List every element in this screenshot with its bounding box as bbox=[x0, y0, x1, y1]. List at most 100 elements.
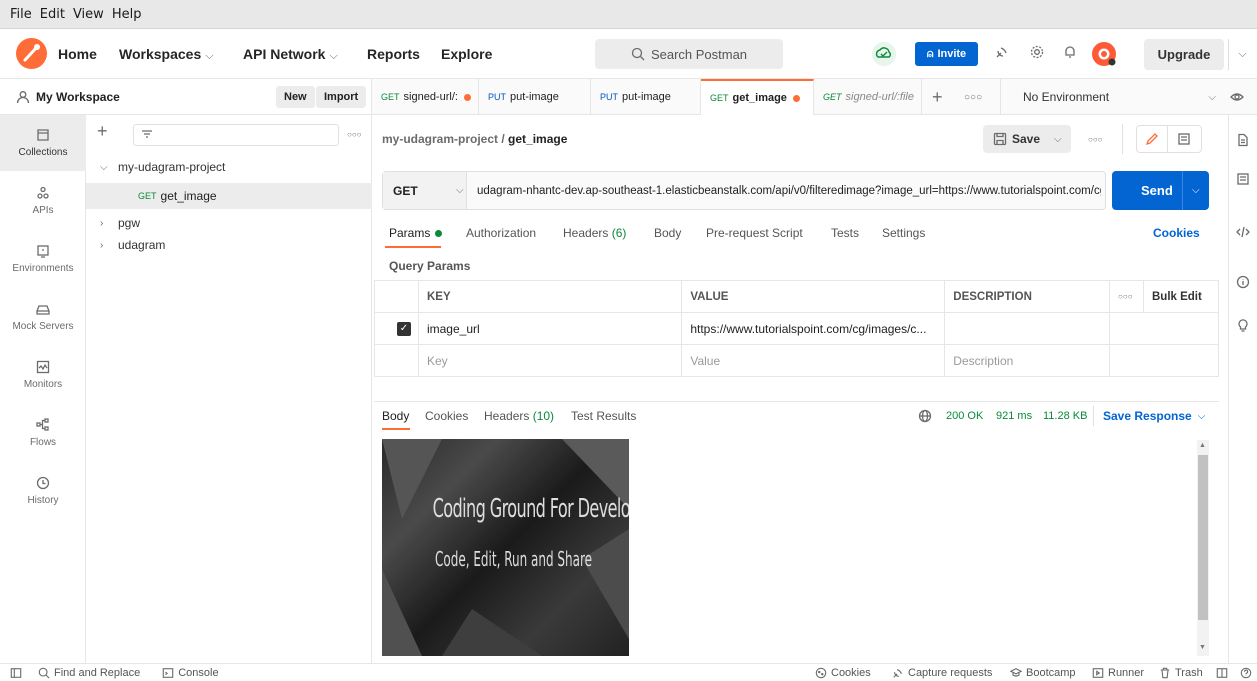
runner-button[interactable]: Runner bbox=[1092, 667, 1144, 679]
param-value-input[interactable]: https://www.tutorialspoint.com/cg/images… bbox=[681, 312, 946, 345]
cookies-button[interactable]: Cookies bbox=[815, 667, 871, 679]
url-input[interactable]: udagram-nhantc-dev.ap-southeast-1.elasti… bbox=[467, 185, 1101, 197]
response-time[interactable]: 921 ms bbox=[996, 410, 1032, 422]
new-button[interactable]: New bbox=[276, 86, 315, 108]
workspace-name[interactable]: My Workspace bbox=[36, 90, 120, 104]
add-tab-icon[interactable]: + bbox=[932, 87, 943, 108]
rail-collections[interactable]: Collections bbox=[0, 115, 86, 171]
send-button[interactable]: Send ⌵ bbox=[1112, 171, 1209, 210]
edit-mode-button[interactable] bbox=[1136, 125, 1168, 153]
documentation-icon[interactable] bbox=[1236, 133, 1250, 147]
new-param-value-input[interactable]: Value bbox=[681, 344, 946, 377]
bootcamp-button[interactable]: Bootcamp bbox=[1010, 667, 1076, 679]
satellite-icon[interactable] bbox=[995, 45, 1009, 59]
search-bar[interactable]: Search Postman bbox=[595, 39, 783, 69]
nav-api-network[interactable]: API Network ⌵ bbox=[243, 46, 338, 63]
rail-history[interactable]: History bbox=[0, 463, 86, 519]
method-select[interactable]: GET ⌵ bbox=[383, 172, 467, 209]
new-param-description-input[interactable]: Description bbox=[944, 344, 1111, 377]
upgrade-button[interactable]: Upgrade bbox=[1144, 39, 1224, 70]
nav-workspaces[interactable]: Workspaces ⌵ bbox=[119, 46, 214, 63]
param-enabled-checkbox[interactable]: ✓ bbox=[397, 321, 411, 336]
postman-logo-icon[interactable] bbox=[16, 38, 47, 69]
menu-view[interactable]: View bbox=[73, 7, 104, 22]
column-key: KEY bbox=[417, 280, 683, 313]
divider bbox=[1093, 406, 1094, 426]
add-collection-icon[interactable]: + bbox=[97, 121, 108, 142]
scroll-down-icon[interactable]: ▼ bbox=[1199, 644, 1206, 651]
tab-signed-url[interactable]: GET signed-url/: bbox=[372, 79, 479, 115]
code-icon[interactable] bbox=[1236, 225, 1250, 239]
info-icon[interactable] bbox=[1236, 275, 1250, 289]
cookies-link[interactable]: Cookies bbox=[1153, 226, 1200, 240]
tab-signed-url-file[interactable]: GET signed-url/:file bbox=[814, 79, 922, 115]
search-icon bbox=[38, 667, 50, 679]
tab-pre-request-script[interactable]: Pre-request Script bbox=[706, 226, 803, 240]
rail-monitors[interactable]: Monitors bbox=[0, 347, 86, 403]
chevron-down-icon[interactable]: ⌵ bbox=[1228, 39, 1256, 70]
menu-file[interactable]: File bbox=[10, 7, 32, 22]
tree-collection-my-udagram-project[interactable]: ⌵ my-udagram-project bbox=[100, 160, 225, 174]
tab-body[interactable]: Body bbox=[654, 226, 681, 240]
docs-mode-button[interactable] bbox=[1168, 125, 1202, 153]
globe-icon[interactable] bbox=[918, 409, 932, 423]
tab-put-image-2[interactable]: PUT put-image bbox=[591, 79, 701, 115]
rail-environments[interactable]: Environments bbox=[0, 231, 86, 287]
sync-status-icon[interactable] bbox=[872, 42, 896, 66]
bulk-edit-button[interactable]: Bulk Edit bbox=[1143, 280, 1219, 313]
find-replace-button[interactable]: Find and Replace bbox=[38, 667, 140, 679]
settings-gear-icon[interactable] bbox=[1030, 45, 1044, 59]
menu-edit[interactable]: Edit bbox=[40, 7, 65, 22]
environment-selector[interactable]: No Environment ⌵ bbox=[1000, 79, 1230, 115]
import-button[interactable]: Import bbox=[316, 86, 367, 108]
invite-button[interactable]: ⍝ Invite bbox=[915, 42, 978, 66]
eye-icon[interactable] bbox=[1230, 90, 1244, 104]
trash-button[interactable]: Trash bbox=[1159, 667, 1203, 679]
rail-apis[interactable]: APIs bbox=[0, 173, 86, 229]
columns-more-icon[interactable]: ○○○ bbox=[1109, 280, 1144, 313]
new-param-key-input[interactable]: Key bbox=[417, 344, 683, 377]
sidebar-more-icon[interactable]: ○○○ bbox=[347, 130, 362, 139]
rail-flows[interactable]: Flows bbox=[0, 405, 86, 461]
filter-input[interactable] bbox=[133, 124, 339, 146]
nav-explore[interactable]: Explore bbox=[441, 46, 492, 62]
tree-collection-udagram[interactable]: › udagram bbox=[100, 238, 165, 252]
capture-requests-button[interactable]: Capture requests bbox=[892, 667, 992, 679]
save-button[interactable]: Save ⌵ bbox=[983, 125, 1071, 153]
tab-authorization[interactable]: Authorization bbox=[466, 226, 536, 240]
tree-collection-pgw[interactable]: › pgw bbox=[100, 216, 140, 230]
nav-reports[interactable]: Reports bbox=[367, 46, 420, 62]
response-tab-cookies[interactable]: Cookies bbox=[425, 409, 468, 423]
bell-icon[interactable] bbox=[1063, 45, 1077, 59]
comments-icon[interactable] bbox=[1236, 172, 1250, 186]
lightbulb-icon[interactable] bbox=[1236, 318, 1250, 332]
scroll-up-icon[interactable]: ▲ bbox=[1199, 442, 1206, 449]
more-tabs-icon[interactable]: ○○○ bbox=[964, 92, 982, 103]
two-pane-icon[interactable] bbox=[1216, 667, 1228, 679]
tab-put-image-1[interactable]: PUT put-image bbox=[479, 79, 591, 115]
tree-request-get-image[interactable]: GET get_image bbox=[86, 183, 372, 209]
param-description-input[interactable] bbox=[944, 312, 1111, 345]
tab-params[interactable]: Params bbox=[389, 226, 443, 240]
response-size[interactable]: 11.28 KB bbox=[1043, 410, 1087, 422]
nav-home[interactable]: Home bbox=[58, 46, 97, 62]
tab-tests[interactable]: Tests bbox=[831, 226, 859, 240]
sidebar-toggle-icon[interactable] bbox=[10, 667, 22, 679]
menu-help[interactable]: Help bbox=[112, 7, 142, 22]
scrollbar-thumb[interactable] bbox=[1198, 455, 1208, 620]
tab-headers[interactable]: Headers (6) bbox=[563, 226, 626, 240]
tab-settings[interactable]: Settings bbox=[882, 226, 925, 240]
response-tab-headers[interactable]: Headers (10) bbox=[484, 409, 554, 423]
tab-get-image[interactable]: GET get_image bbox=[701, 79, 814, 115]
save-response-button[interactable]: Save Response ⌵ bbox=[1103, 409, 1205, 423]
request-more-icon[interactable]: ○○○ bbox=[1088, 135, 1103, 144]
response-tab-test-results[interactable]: Test Results bbox=[571, 409, 636, 423]
param-key-input[interactable]: image_url bbox=[417, 312, 683, 345]
console-button[interactable]: Console bbox=[162, 667, 219, 679]
response-tab-body[interactable]: Body bbox=[382, 409, 409, 423]
help-icon[interactable] bbox=[1240, 667, 1252, 679]
response-status[interactable]: 200 OK bbox=[946, 410, 983, 422]
rail-mock-servers[interactable]: Mock Servers bbox=[0, 289, 86, 345]
request-tab-bar: GET signed-url/: PUT put-image PUT put-imag… bbox=[372, 79, 1257, 115]
avatar[interactable] bbox=[1090, 40, 1118, 68]
